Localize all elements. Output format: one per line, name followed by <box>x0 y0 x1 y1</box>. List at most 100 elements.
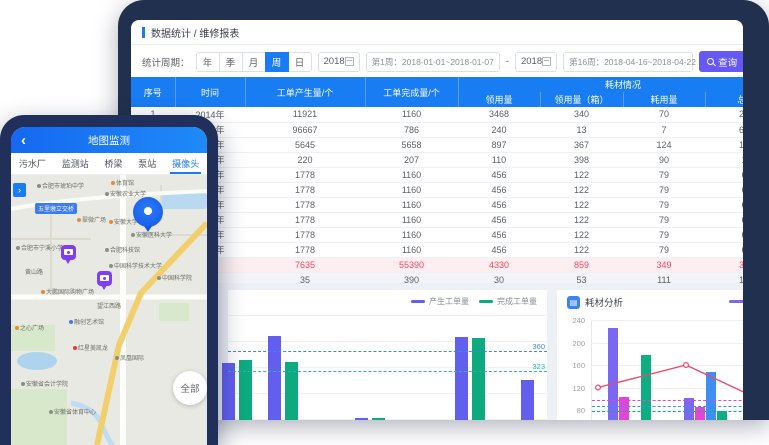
end-week-input[interactable]: 第16周：2018-04-16~2018-04-22 <box>563 52 693 72</box>
poi-dot <box>16 246 20 250</box>
bar-产生工单量 <box>455 337 468 420</box>
table-row: 52018年177811604561227967 <box>131 167 743 182</box>
start-week-input[interactable]: 第1周：2018-01-01~2018-01-07 <box>366 52 500 72</box>
table-cell: 786 <box>365 122 458 137</box>
trend-line <box>592 320 743 420</box>
phone-header: ‹ 地图监测 <box>11 127 207 153</box>
table-cell: 240 <box>458 122 540 137</box>
workorder-bar-chart: 360323 <box>228 314 547 420</box>
map-label: 大鹏国际购物广场 <box>41 287 94 296</box>
table-cell: 897 <box>458 137 540 152</box>
table-cell: 122 <box>540 182 623 197</box>
reference-line: 360 <box>228 351 547 352</box>
table-cell: 456 <box>458 182 540 197</box>
period-segment-周[interactable]: 周 <box>265 52 289 72</box>
table-cell: 110 <box>458 152 540 167</box>
table-row: 22015年96667786240137690 <box>131 122 743 137</box>
table-cell: 122 <box>540 197 623 212</box>
table-cell: 122 <box>540 212 623 227</box>
table-cell: 7635 <box>245 257 365 272</box>
poi-dot <box>109 264 113 268</box>
map-label: 合肥市宁溪小学 <box>16 243 63 252</box>
table-cell: 67 <box>705 197 743 212</box>
table-cell: 456 <box>458 242 540 257</box>
table-cell: 1160 <box>365 227 458 242</box>
legend-dash <box>479 300 493 303</box>
search-icon <box>707 58 714 65</box>
map-label: 合肥市琥珀中学 <box>37 181 84 190</box>
table-cell: 349 <box>623 257 705 272</box>
table-cell: 456 <box>458 167 540 182</box>
table-cell: 456 <box>458 212 540 227</box>
table-cell: 7 <box>623 122 705 137</box>
consumable-chart-card: ▤ 耗材分析 2402001601208040 <box>557 290 743 420</box>
column-header: 工单完成量/个 <box>365 77 458 107</box>
table-cell: 1160 <box>365 197 458 212</box>
poi-dot <box>41 290 45 294</box>
poi-dot <box>111 181 115 185</box>
table-cell: 1160 <box>365 212 458 227</box>
map-label: 安徽省体育中心 <box>49 407 96 416</box>
poi-dot <box>115 356 119 360</box>
back-icon[interactable]: ‹ <box>21 127 26 153</box>
map-label: 凤凰国际 <box>115 353 144 362</box>
poi-dot <box>105 248 109 252</box>
camera-marker[interactable] <box>97 271 112 286</box>
table-cell: 4330 <box>458 257 540 272</box>
camera-icon <box>64 249 73 255</box>
table-row: 72020年177811604561227967 <box>131 197 743 212</box>
map-label: 体育馆 <box>111 178 134 187</box>
camera-icon <box>100 275 109 281</box>
tab-摄像头[interactable]: 摄像头 <box>172 153 199 174</box>
show-all-button[interactable]: 全部 <box>173 371 207 405</box>
legend-item: 产生工单量 <box>411 296 469 307</box>
table-cell: 1160 <box>365 242 458 257</box>
table-cell: 55390 <box>365 257 458 272</box>
table-row: 32016年56455658897367124129 <box>131 137 743 152</box>
table-cell: 129 <box>705 137 743 152</box>
period-segment-日[interactable]: 日 <box>288 52 312 72</box>
table-cell: 122 <box>540 242 623 257</box>
table-cell: 1778 <box>245 212 365 227</box>
tab-监测站[interactable]: 监测站 <box>62 153 89 174</box>
selected-camera-marker[interactable] <box>133 197 163 227</box>
poi-dot <box>49 410 53 414</box>
chart-title: 耗材分析 <box>585 295 623 309</box>
table-cell: 456 <box>458 227 540 242</box>
table-cell: 367 <box>540 137 623 152</box>
table-cell: 79 <box>623 227 705 242</box>
end-year-select[interactable]: 2018 <box>515 52 557 72</box>
map-view[interactable]: 合肥市琥珀中学体育馆安徽农业大学安徽医科大学合肥市宁溪小学翠微广场安徽大学合肥科… <box>11 175 207 445</box>
map-label: 安徽省会计学院 <box>21 379 68 388</box>
period-segment-季[interactable]: 季 <box>219 52 243 72</box>
table-cell: 859 <box>540 257 623 272</box>
table-cell: 67 <box>705 212 743 227</box>
camera-marker[interactable] <box>61 245 76 260</box>
expand-panel-button[interactable]: › <box>13 183 26 197</box>
table-cell: 67 <box>705 242 743 257</box>
table-cell: 79 <box>623 167 705 182</box>
tab-桥梁[interactable]: 桥梁 <box>104 153 122 174</box>
breadcrumb: 数据统计 / 维修报表 <box>151 25 239 40</box>
period-segment-年[interactable]: 年 <box>196 52 220 72</box>
start-year-select[interactable]: 2018 <box>318 52 360 72</box>
total-row: 合计7635553904330859349330 <box>131 257 743 272</box>
table-cell: 1778 <box>245 167 365 182</box>
y-tick: 80 <box>577 406 585 415</box>
table-cell: 13 <box>540 122 623 137</box>
sub-column-header: 总量 <box>705 92 743 107</box>
poi-dot <box>69 320 73 324</box>
tab-泵站[interactable]: 泵站 <box>138 153 156 174</box>
period-segmented-control: 年季月周日 <box>196 52 312 72</box>
table-cell: 124 <box>623 137 705 152</box>
poi-dot <box>73 346 77 350</box>
table-row: 92022年177811604561227967 <box>131 227 743 242</box>
table-cell: 1160 <box>365 167 458 182</box>
query-button[interactable]: 查询 <box>699 51 743 72</box>
tab-污水厂[interactable]: 污水厂 <box>19 153 46 174</box>
table-cell: 1160 <box>365 107 458 122</box>
table-cell: 3468 <box>458 107 540 122</box>
column-header: 时间 <box>175 77 245 107</box>
table-cell: 250 <box>705 107 743 122</box>
period-segment-月[interactable]: 月 <box>242 52 266 72</box>
